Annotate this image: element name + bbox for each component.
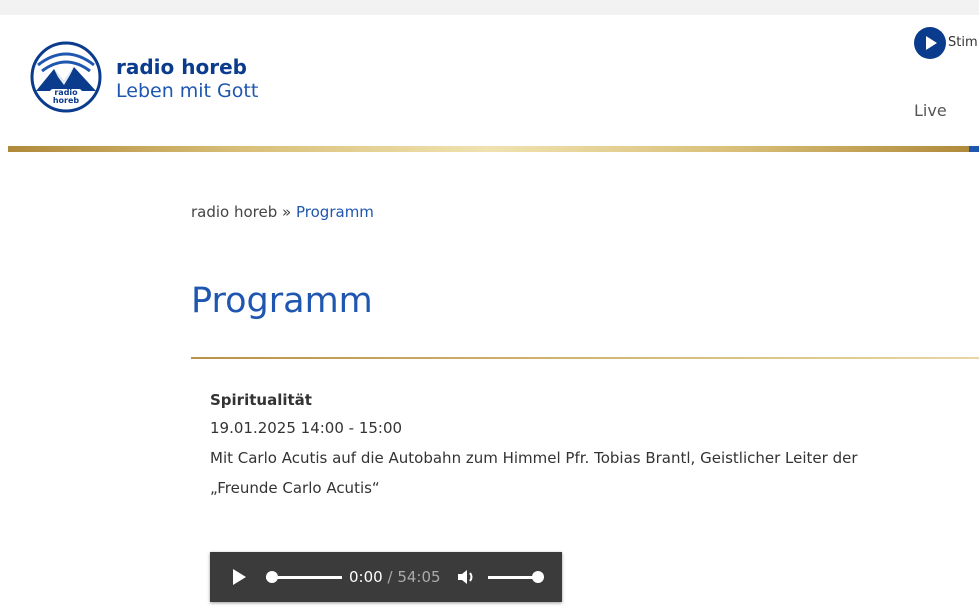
- header-divider: [8, 146, 970, 152]
- volume-icon[interactable]: [457, 568, 477, 586]
- seek-handle[interactable]: [266, 571, 278, 583]
- page-title: Programm: [191, 281, 373, 321]
- current-time: 0:00: [349, 568, 383, 586]
- breadcrumb: radio horeb » Programm: [191, 203, 374, 221]
- breadcrumb-separator: »: [282, 203, 292, 221]
- total-time: 54:05: [397, 568, 441, 586]
- brand-name[interactable]: radio horeb: [116, 55, 247, 79]
- logo-icon[interactable]: radio horeb: [30, 41, 102, 113]
- program-datetime: 19.01.2025 14:00 - 15:00: [210, 419, 403, 437]
- play-icon[interactable]: [233, 569, 246, 585]
- livestream-label[interactable]: Stim: [948, 35, 979, 50]
- volume-handle[interactable]: [532, 571, 544, 583]
- brand-tagline: Leben mit Gott: [116, 80, 259, 102]
- volume-slider[interactable]: [488, 571, 544, 583]
- volume-track: [488, 576, 538, 579]
- program-description: Mit Carlo Acutis auf die Autobahn zum Hi…: [210, 449, 858, 497]
- site-header: radio horeb radio horeb Leben mit Gott S…: [0, 15, 979, 152]
- program-category: Spiritualität: [210, 391, 312, 409]
- title-divider: [191, 357, 979, 359]
- seek-slider[interactable]: [266, 571, 342, 583]
- header-divider-accent: [969, 146, 979, 152]
- audio-player: 0:00 / 54:05: [210, 552, 562, 602]
- time-separator: /: [387, 568, 393, 586]
- page: radio horeb radio horeb Leben mit Gott S…: [0, 15, 979, 612]
- logo-text: radio horeb: [52, 88, 80, 105]
- nav-item-live[interactable]: Live: [914, 101, 947, 120]
- breadcrumb-home[interactable]: radio horeb: [191, 203, 277, 221]
- program-entry: Spiritualität 19.01.2025 14:00 - 15:00 M…: [210, 387, 910, 503]
- breadcrumb-current[interactable]: Programm: [296, 203, 374, 221]
- livestream-play-button[interactable]: [914, 27, 946, 59]
- time-display: 0:00 / 54:05: [349, 568, 441, 586]
